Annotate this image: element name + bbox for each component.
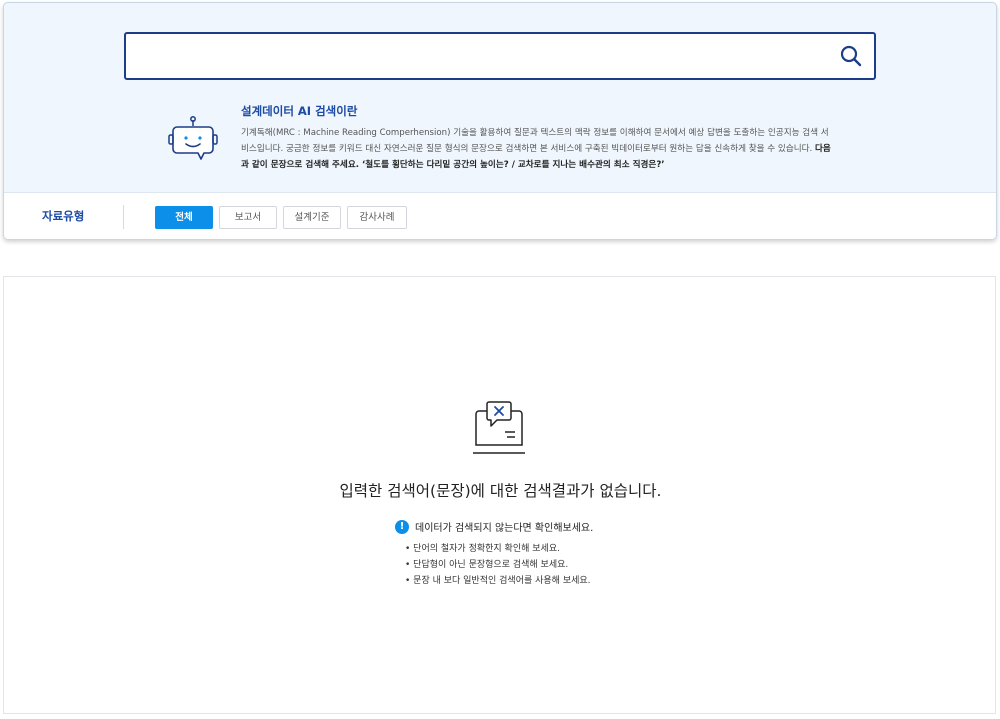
notice-text: 데이터가 검색되지 않는다면 확인해보세요. xyxy=(415,523,594,534)
result-panel: 입력한 검색어(문장)에 대한 검색결과가 없습니다. ! 데이터가 검색되지 … xyxy=(3,276,996,714)
intro-description: 기계독해(MRC : Machine Reading Comperhension… xyxy=(241,125,833,173)
type-filter-bar: 자료유형 전체 보고서 설계기준 감사사례 xyxy=(4,192,996,239)
search-input[interactable] xyxy=(138,42,818,70)
search-icon xyxy=(840,45,862,67)
tip-item: 단어의 철자가 정확한지 확인해 보세요. xyxy=(405,541,591,557)
tab-all[interactable]: 전체 xyxy=(155,206,213,229)
search-button[interactable] xyxy=(836,41,866,71)
type-filter-label: 자료유형 xyxy=(42,209,85,223)
ai-search-intro: 설계데이터 AI 검색이란 기계독해(MRC : Machine Reading… xyxy=(168,103,838,183)
intro-desc-text: 기계독해(MRC : Machine Reading Comperhension… xyxy=(241,128,829,154)
empty-result-title: 입력한 검색어(문장)에 대한 검색결과가 없습니다. xyxy=(339,482,662,500)
tips-list: 단어의 철자가 정확한지 확인해 보세요. 단답형이 아닌 문장형으로 검색해 … xyxy=(405,541,591,589)
chatbot-icon xyxy=(168,116,218,160)
tab-audit-case[interactable]: 감사사례 xyxy=(347,206,407,229)
tab-design-standard[interactable]: 설계기준 xyxy=(283,206,341,229)
notice: ! 데이터가 검색되지 않는다면 확인해보세요. xyxy=(395,519,593,534)
info-icon: ! xyxy=(395,519,409,534)
intro-title: 설계데이터 AI 검색이란 xyxy=(241,104,358,118)
tip-item: 단답형이 아닌 문장형으로 검색해 보세요. xyxy=(405,557,591,573)
search-box xyxy=(124,32,876,80)
tab-report[interactable]: 보고서 xyxy=(219,206,277,229)
search-panel: 설계데이터 AI 검색이란 기계독해(MRC : Machine Reading… xyxy=(3,2,997,240)
type-tabs: 전체 보고서 설계기준 감사사례 xyxy=(155,206,407,229)
no-result-icon xyxy=(473,401,525,454)
tip-item: 문장 내 보다 일반적인 검색어를 사용해 보세요. xyxy=(405,573,590,589)
divider xyxy=(123,205,124,229)
